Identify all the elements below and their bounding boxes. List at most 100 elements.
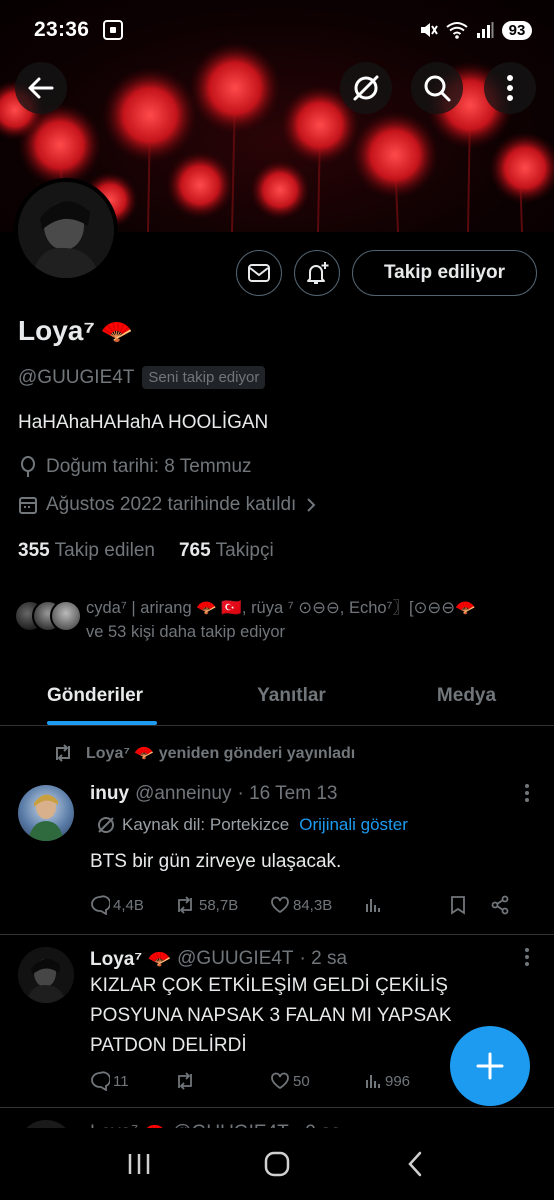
tab-replies[interactable]: Yanıtlar: [204, 666, 379, 725]
battery-indicator: 93: [502, 20, 532, 40]
home-icon: [264, 1151, 290, 1177]
followed-by-row[interactable]: cyda⁷ | arirang 🪭 🇹🇷, rüya ⁷ ⊙⊖⊖, Echo⁷〗…: [14, 596, 544, 644]
tweet-text-line: PATDON DELİRDİ: [90, 1035, 247, 1056]
tab-posts[interactable]: Gönderiler: [0, 666, 204, 725]
grok-button[interactable]: [340, 62, 392, 114]
recent-apps-button[interactable]: [109, 1134, 169, 1194]
tweet-avatar[interactable]: [18, 785, 74, 841]
heart-icon: [271, 1072, 289, 1090]
like-count: 50: [293, 1072, 310, 1090]
tweet-time[interactable]: · 16 Tem 13: [237, 783, 337, 805]
share-button[interactable]: [490, 895, 510, 915]
tweet-more-button[interactable]: [524, 783, 530, 809]
reply-icon: [91, 1071, 110, 1091]
translation-row: Kaynak dil: Portekizce Orijinali göster: [96, 815, 408, 835]
reply-count: 11: [113, 1072, 129, 1090]
retweet-button[interactable]: [174, 1072, 270, 1090]
system-nav-bar: [0, 1128, 554, 1200]
following-stat[interactable]: 355 Takip edilen: [18, 540, 155, 562]
joined-row[interactable]: Ağustos 2022 tarihinde katıldı: [18, 494, 318, 516]
calendar-icon: [19, 497, 37, 514]
chevron-left-icon: [408, 1151, 422, 1177]
profile-handle: @GUUGIE4T: [18, 366, 135, 388]
tweet-author-handle[interactable]: @anneinuy: [135, 783, 231, 805]
more-vertical-icon: [525, 948, 529, 966]
compose-button[interactable]: [450, 1026, 530, 1106]
translation-source: Kaynak dil: Portekizce: [122, 815, 290, 834]
tweet-text-line: KIZLAR ÇOK ETKİLEŞİM GELDİ ÇEKİLİŞ: [90, 975, 448, 996]
profile-tabs: Gönderiler Yanıtlar Medya: [0, 666, 554, 726]
reply-button[interactable]: 4,4B: [90, 895, 174, 915]
retweet-icon: [56, 744, 70, 762]
tweet-avatar[interactable]: [18, 1120, 74, 1128]
recent-apps-icon: [128, 1154, 150, 1174]
repost-indicator: Loya⁷ 🪭 yeniden gönderi yayınladı: [52, 743, 355, 763]
signal-icon: [477, 22, 494, 38]
followed-by-text: cyda⁷ | arirang 🪭 🇹🇷, rüya ⁷ ⊙⊖⊖, Echo⁷〗…: [86, 596, 476, 644]
follows-you-badge: Seni takip ediyor: [142, 366, 266, 389]
grok-icon: [353, 75, 379, 101]
tweet-author-name[interactable]: Loya⁷ 🪭: [90, 947, 171, 971]
profile-avatar[interactable]: [14, 178, 118, 282]
search-button[interactable]: [411, 62, 463, 114]
retweet-icon: [178, 896, 192, 914]
notification-button[interactable]: [294, 250, 340, 296]
views-icon: [366, 899, 380, 912]
views-icon: [366, 1075, 380, 1088]
tab-media[interactable]: Medya: [379, 666, 554, 725]
followers-stat[interactable]: 765 Takipçi: [179, 540, 274, 562]
status-time: 23:36: [34, 18, 90, 41]
like-button[interactable]: 50: [270, 1072, 364, 1090]
views-button[interactable]: 996: [364, 1072, 410, 1090]
tweet-text-line: POSYUNA NAPSAK 3 FALAN MI YAPSAK: [90, 1005, 452, 1026]
avatar-image: [28, 794, 64, 841]
view-count: 996: [385, 1072, 411, 1090]
home-button[interactable]: [247, 1134, 307, 1194]
tweet-author-name[interactable]: inuy: [90, 783, 129, 805]
chevron-right-icon: [307, 498, 316, 512]
retweet-count: 58,7B: [199, 896, 239, 914]
bell-plus-icon: [307, 262, 329, 284]
search-icon: [424, 75, 451, 102]
reply-icon: [91, 895, 110, 915]
tweet-time[interactable]: · 2 sa: [300, 948, 348, 970]
more-vertical-icon: [525, 784, 529, 802]
mute-icon: [421, 23, 438, 37]
tweet-text: KIZLAR ÇOK ETKİLEŞİM GELDİ ÇEKİLİŞ POSYU…: [90, 971, 452, 1061]
followed-by-names: cyda⁷ | arirang 🪭 🇹🇷, rüya ⁷ ⊙⊖⊖, Echo⁷〗…: [86, 599, 476, 617]
following-button[interactable]: Takip ediliyor: [352, 250, 537, 296]
like-button[interactable]: 84,3B: [270, 896, 364, 914]
heart-icon: [271, 896, 289, 914]
retweet-button[interactable]: 58,7B: [174, 896, 270, 914]
show-original-link[interactable]: Orijinali göster: [299, 815, 408, 835]
joined-text: Ağustos 2022 tarihinde katıldı: [46, 494, 297, 515]
more-vertical-icon: [507, 75, 513, 101]
back-button[interactable]: [15, 62, 67, 114]
tweet[interactable]: Loya⁷ 🪭 yeniden gönderi yayınladı inuy @…: [0, 727, 554, 933]
tweet-header: inuy @anneinuy · 16 Tem 13: [90, 783, 337, 805]
status-icons: 93: [418, 20, 532, 40]
bookmark-icon: [451, 896, 465, 915]
system-back-button[interactable]: [385, 1134, 445, 1194]
profile-bio: HaHAhaHAHahA HOOLİGAN: [18, 412, 269, 433]
tweet-author-handle[interactable]: @GUUGIE4T: [177, 948, 293, 970]
tweet-more-button[interactable]: [524, 947, 530, 973]
bookmark-button[interactable]: [450, 895, 490, 915]
tweet[interactable]: Loya⁷ 🪭 @GUUGIE4T · 2 sa: [0, 1108, 554, 1128]
avatar-image: [18, 947, 74, 1003]
views-button[interactable]: [364, 896, 450, 914]
status-bar: 23:36 93: [0, 0, 554, 60]
tweet-header: Loya⁷ 🪭 @GUUGIE4T · 2 sa: [90, 947, 347, 971]
reply-button[interactable]: 11: [90, 1071, 174, 1091]
tweet-avatar[interactable]: [18, 947, 74, 1003]
translate-icon: [98, 817, 114, 833]
birthday-text: Doğum tarihi: 8 Temmuz: [46, 456, 252, 477]
message-button[interactable]: [236, 250, 282, 296]
profile-name-row: Loya⁷ 🪭: [18, 315, 133, 347]
birthday-row: Doğum tarihi: 8 Temmuz: [18, 456, 252, 478]
handle-row: @GUUGIE4T Seni takip ediyor: [18, 366, 266, 389]
tweet-text: BTS bir gün zirveye ulaşacak.: [90, 851, 342, 872]
repost-label: Loya⁷ 🪭 yeniden gönderi yayınladı: [86, 745, 356, 762]
more-options-button[interactable]: [484, 62, 536, 114]
mini-avatar: [50, 600, 82, 632]
